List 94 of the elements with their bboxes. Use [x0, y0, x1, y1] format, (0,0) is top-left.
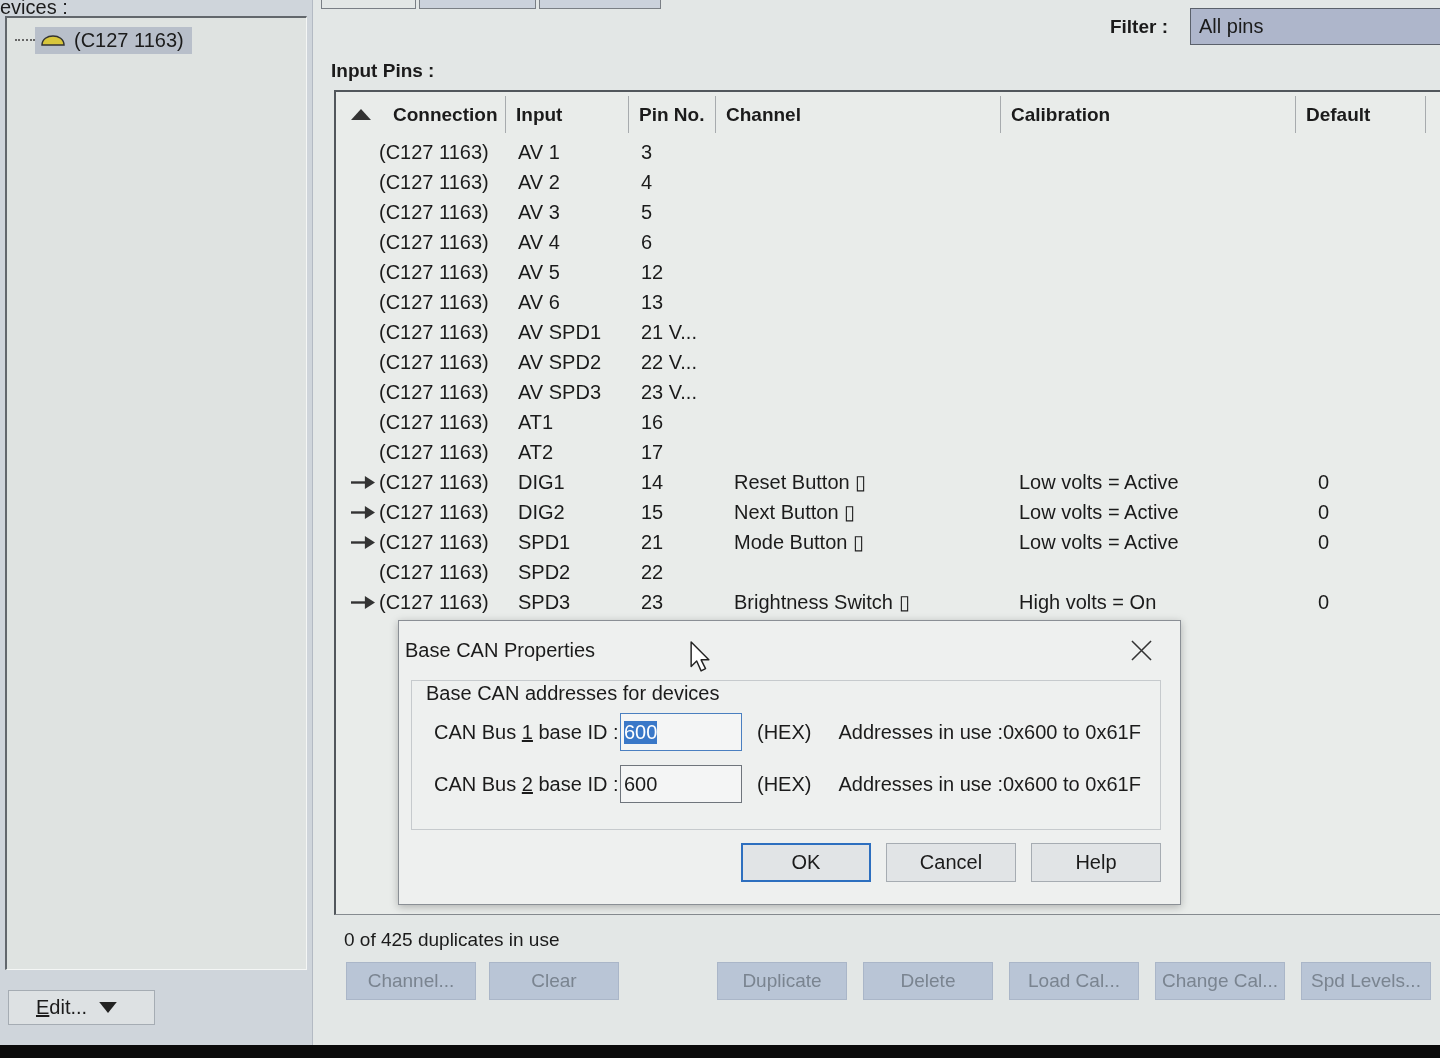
- table-cell: AV 3: [518, 200, 560, 224]
- base-id-field[interactable]: 600: [620, 713, 742, 751]
- table-cell: (C127 1163): [379, 200, 489, 224]
- column-header[interactable]: Default: [1296, 96, 1426, 133]
- table-cell: AV 5: [518, 260, 560, 284]
- tab[interactable]: [539, 0, 661, 9]
- table-cell: (C127 1163): [379, 590, 489, 614]
- base-id-field[interactable]: 600: [620, 765, 742, 803]
- devices-label: evices :: [0, 0, 69, 16]
- table-cell: 23 V...: [641, 380, 697, 404]
- table-cell: SPD2: [518, 560, 571, 584]
- table-cell: 21 V...: [641, 320, 697, 344]
- table-cell: 12: [641, 260, 664, 284]
- table-cell: Reset Button ▯: [734, 470, 867, 494]
- table-cell: 22 V...: [641, 350, 697, 374]
- table-cell: (C127 1163): [379, 320, 489, 344]
- close-icon[interactable]: [1131, 640, 1152, 661]
- unit-label: (HEX): [757, 772, 812, 796]
- mouse-pointer-icon: [690, 641, 710, 672]
- table-cell: 3: [641, 140, 653, 164]
- bus-id-label: CAN Bus 1 base ID :: [434, 720, 620, 744]
- table-cell: (C127 1163): [379, 470, 489, 494]
- tab[interactable]: [419, 0, 536, 9]
- dialog-button[interactable]: OK: [741, 843, 871, 882]
- table-cell: DIG1: [518, 470, 565, 494]
- table-cell: 0: [1318, 470, 1330, 494]
- table-cell: Next Button ▯: [734, 500, 856, 524]
- table-cell: AV SPD2: [518, 350, 601, 374]
- tree-item[interactable]: (C127 1163): [35, 26, 192, 54]
- table-cell: (C127 1163): [379, 440, 489, 464]
- table-cell: (C127 1163): [379, 380, 489, 404]
- section-label: Input Pins :: [331, 60, 436, 82]
- table-cell: DIG2: [518, 500, 565, 524]
- table-cell: (C127 1163): [379, 350, 489, 374]
- column-header[interactable]: Input: [506, 96, 629, 133]
- table-cell: AT2: [518, 440, 554, 464]
- table-cell: 22: [641, 560, 664, 584]
- dialog-button[interactable]: Cancel: [886, 843, 1016, 882]
- unit-label: (HEX): [757, 720, 812, 744]
- tab[interactable]: [321, 0, 416, 9]
- table-cell: 4: [641, 170, 653, 194]
- table-cell: (C127 1163): [379, 410, 489, 434]
- table-cell: 0: [1318, 590, 1330, 614]
- table-cell: Mode Button ▯: [734, 530, 864, 554]
- table-cell: AV SPD3: [518, 380, 601, 404]
- device-icon: [41, 34, 65, 46]
- filter-label: Filter :: [1109, 15, 1168, 38]
- table-cell: Low volts = Active: [1019, 470, 1179, 494]
- caret-down-icon: [99, 1002, 118, 1013]
- dialog-button[interactable]: Help: [1031, 843, 1161, 882]
- table-cell: (C127 1163): [379, 500, 489, 524]
- table-cell: (C127 1163): [379, 530, 489, 554]
- table-cell: 16: [641, 410, 664, 434]
- table-cell: AT1: [518, 410, 554, 434]
- edit-button[interactable]: Edit...: [8, 990, 155, 1025]
- table-cell: (C127 1163): [379, 560, 489, 584]
- bus-id-label: CAN Bus 2 base ID :: [434, 772, 620, 796]
- table-cell: 23: [641, 590, 664, 614]
- column-header[interactable]: Channel: [716, 96, 1001, 133]
- table-cell: 6: [641, 230, 653, 254]
- table-cell: Low volts = Active: [1019, 500, 1179, 524]
- table-cell: (C127 1163): [379, 290, 489, 314]
- table-cell: AV 1: [518, 140, 560, 164]
- table-cell: (C127 1163): [379, 140, 489, 164]
- address-range-text: Addresses in use :0x600 to 0x61F: [838, 772, 1141, 796]
- table-cell: Brightness Switch ▯: [734, 590, 910, 614]
- filter-dropdown[interactable]: All pins: [1190, 8, 1440, 45]
- table-cell: 21: [641, 530, 664, 554]
- table-cell: AV 4: [518, 230, 560, 254]
- table-cell: (C127 1163): [379, 170, 489, 194]
- table-cell: SPD1: [518, 530, 571, 554]
- table-cell: 0: [1318, 500, 1330, 524]
- column-header[interactable]: Connection: [336, 96, 506, 133]
- status-text: 0 of 425 duplicates in use: [344, 928, 561, 952]
- table-cell: (C127 1163): [379, 260, 489, 284]
- dialog-title: Base CAN Properties: [405, 639, 596, 662]
- table-cell: AV 6: [518, 290, 560, 314]
- address-range-text: Addresses in use :0x600 to 0x61F: [838, 720, 1141, 744]
- sort-up-icon: [351, 109, 371, 120]
- table-cell: (C127 1163): [379, 230, 489, 254]
- table-cell: High volts = On: [1019, 590, 1157, 614]
- table-cell: 17: [641, 440, 664, 464]
- table-cell: 5: [641, 200, 653, 224]
- table-cell: 15: [641, 500, 664, 524]
- table-cell: 14: [641, 470, 664, 494]
- table-cell: SPD3: [518, 590, 571, 614]
- table-cell: AV 2: [518, 170, 560, 194]
- group-label: Base CAN addresses for devices: [426, 681, 721, 705]
- table-cell: AV SPD1: [518, 320, 601, 344]
- table-cell: 0: [1318, 530, 1330, 554]
- table-cell: 13: [641, 290, 664, 314]
- column-header[interactable]: Pin No.: [629, 96, 716, 133]
- column-header[interactable]: Calibration: [1001, 96, 1296, 133]
- table-cell: Low volts = Active: [1019, 530, 1179, 554]
